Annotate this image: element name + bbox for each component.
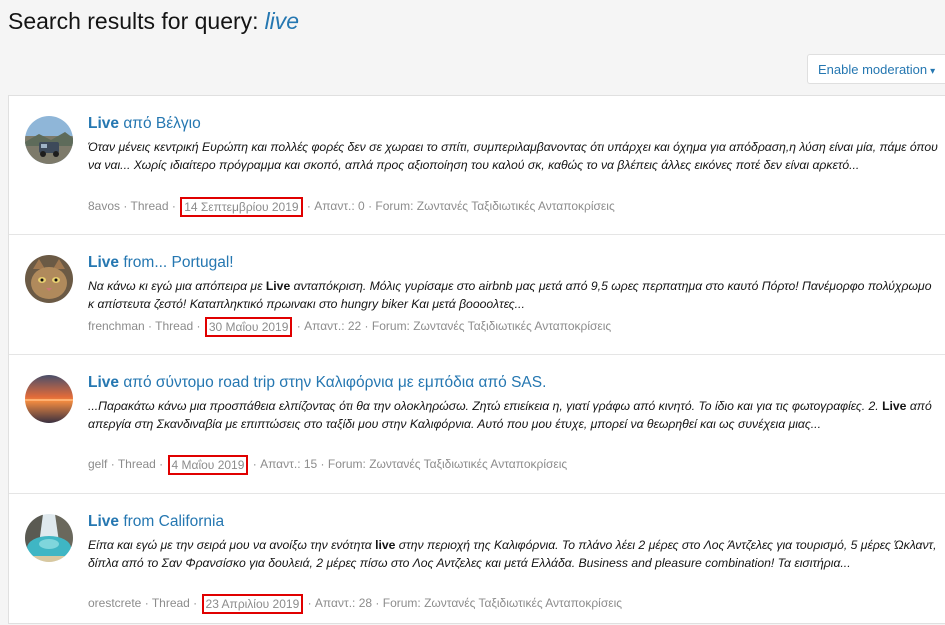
result-title-highlight: Live [88, 254, 120, 271]
result-snippet: ...Παρακάτω κάνω μια προσπάθεια ελπίζοντ… [88, 397, 938, 434]
result-forum-link[interactable]: Forum: Ζωντανές Ταξιδιωτικές Ανταποκρίσε… [383, 596, 622, 610]
result-replies: Απαντ.: 15 [260, 457, 318, 471]
result-date: 14 Σεπτεμβρίου 2019 [180, 197, 303, 217]
cat-icon [25, 255, 73, 303]
result-title-link[interactable]: Live από Βέλγιο [88, 115, 201, 133]
result-date: 4 Μαΐου 2019 [167, 455, 249, 475]
search-result: Live από σύντομο road trip στην Καλιφόρν… [9, 355, 945, 494]
snippet-text: Να κάνω κι εγώ μια απόπειρα με [88, 279, 266, 293]
result-date: 23 Απριλίου 2019 [201, 594, 304, 614]
result-author-link[interactable]: gelf [88, 457, 107, 471]
snippet-text: ...Παρακάτω κάνω μια προσπάθεια ελπίζοντ… [88, 399, 883, 413]
result-snippet: Όταν μένεις κεντρική Ευρώπη και πολλές φ… [88, 138, 938, 175]
result-date: 30 Μαΐου 2019 [204, 317, 293, 337]
result-meta: orestcrete · Thread · 23 Απριλίου 2019 ·… [88, 593, 622, 614]
search-result: Live from... Portugal! Να κάνω κι εγώ μι… [9, 235, 945, 355]
caret-down-icon: ▾ [930, 66, 936, 77]
result-title-link[interactable]: Live from California [88, 513, 224, 531]
snippet-highlight: live [375, 538, 396, 552]
sunset-icon [25, 375, 73, 423]
result-type: Thread [130, 199, 169, 213]
search-result: Live from California Είπα και εγώ με την… [9, 494, 945, 625]
search-result: Live από Βέλγιο Όταν μένεις κεντρική Ευρ… [9, 96, 945, 235]
result-author-link[interactable]: orestcrete [88, 596, 141, 610]
result-title-highlight: Live [88, 513, 120, 530]
result-replies: Απαντ.: 28 [314, 596, 373, 610]
result-snippet: Να κάνω κι εγώ μια απόπειρα με Live αντα… [88, 277, 938, 314]
result-forum-link[interactable]: Forum: Ζωντανές Ταξιδιωτικές Ανταποκρίσε… [375, 199, 614, 213]
enable-moderation-label: Enable moderation [818, 62, 928, 77]
result-title-text: from California [119, 513, 225, 530]
search-results-list: Live από Βέλγιο Όταν μένεις κεντρική Ευρ… [8, 95, 945, 624]
avatar-gelf[interactable] [25, 375, 73, 423]
page-title-prefix: Search results for query: [8, 8, 259, 34]
result-forum-link[interactable]: Forum: Ζωντανές Ταξιδιωτικές Ανταποκρίσε… [372, 319, 611, 333]
result-meta: 8avos · Thread · 14 Σεπτεμβρίου 2019 · Α… [88, 196, 615, 217]
result-snippet: Είπα και εγώ με την σειρά μου να ανοίξω … [88, 536, 938, 573]
result-type: Thread [151, 596, 190, 610]
snippet-highlight: Live [265, 279, 291, 293]
beach-cove-icon [25, 514, 73, 562]
result-meta: frenchman · Thread · 30 Μαΐου 2019 · Απα… [88, 316, 611, 337]
result-type: Thread [155, 319, 194, 333]
avatar-orestcrete[interactable] [25, 514, 73, 562]
van-landscape-icon [25, 116, 73, 164]
result-title-link[interactable]: Live από σύντομο road trip στην Καλιφόρν… [88, 374, 546, 392]
result-title-link[interactable]: Live from... Portugal! [88, 254, 234, 272]
result-author-link[interactable]: 8avos [88, 199, 120, 213]
snippet-highlight: Live [882, 399, 907, 413]
result-forum-link[interactable]: Forum: Ζωντανές Ταξιδιωτικές Ανταποκρίσε… [328, 457, 567, 471]
avatar-8avos[interactable] [25, 116, 73, 164]
page-title: Search results for query: live [8, 8, 299, 35]
enable-moderation-button[interactable]: Enable moderation ▾ [807, 54, 945, 84]
result-author-link[interactable]: frenchman [88, 319, 145, 333]
result-title-highlight: Live [88, 374, 120, 391]
result-title-text: from... Portugal! [119, 254, 234, 271]
search-query: live [264, 8, 300, 34]
result-title-text: από Βέλγιο [119, 115, 201, 132]
result-replies: Απαντ.: 0 [314, 199, 365, 213]
avatar-frenchman[interactable] [25, 255, 73, 303]
result-meta: gelf · Thread · 4 Μαΐου 2019 · Απαντ.: 1… [88, 454, 567, 475]
result-type: Thread [117, 457, 156, 471]
snippet-text: Όταν μένεις κεντρική Ευρώπη και πολλές φ… [88, 140, 938, 173]
result-replies: Απαντ.: 22 [304, 319, 362, 333]
snippet-text: Είπα και εγώ με την σειρά μου να ανοίξω … [88, 538, 376, 552]
result-title-highlight: Live [88, 115, 120, 132]
result-title-text: από σύντομο road trip στην Καλιφόρνια με… [119, 374, 547, 391]
